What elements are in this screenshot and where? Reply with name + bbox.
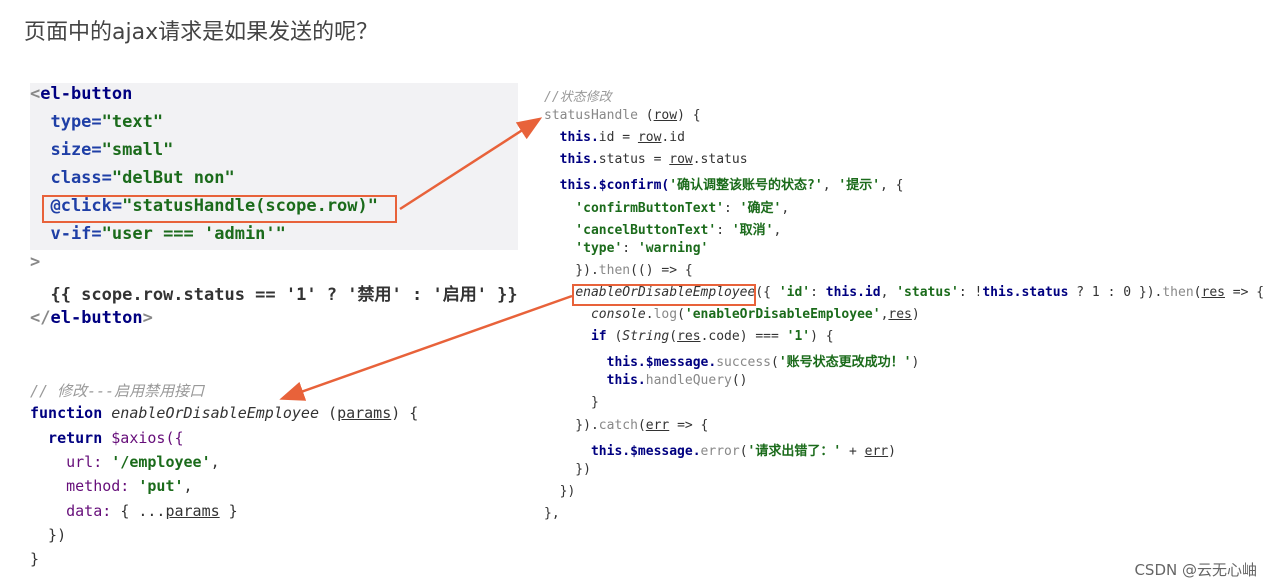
arrows-layer [279,117,573,401]
arrow-to-api-function [279,294,573,401]
watermark: CSDN @云无心岫 [1134,561,1257,579]
arrow-to-status-handle [399,117,543,211]
